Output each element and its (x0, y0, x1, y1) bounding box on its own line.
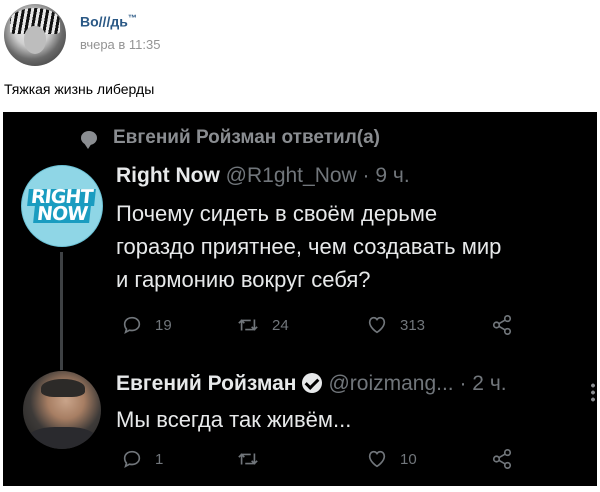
avatar-hair (41, 379, 85, 397)
more-icon (591, 382, 595, 402)
tweet1-body: Почему сидеть в своём дерьме гораздо при… (116, 197, 501, 296)
tweet1-line: гораздо приятнее, чем создавать мир (116, 234, 502, 259)
tweet1-reply: 19 (121, 314, 236, 336)
reply-icon (123, 316, 141, 335)
tweet2-header: Евгений Ройзман @roizmang... · 2 ч. (116, 372, 507, 396)
avatar-shirt (27, 427, 97, 449)
author-name: Во///дь (80, 13, 128, 30)
tweet1-like-count: 313 (400, 316, 426, 334)
roizman-avatar (23, 371, 101, 449)
right-now-avatar: RIGHT NOW (21, 165, 103, 247)
retweet-icon (238, 319, 258, 331)
tweet2-reply: 1 (121, 448, 236, 470)
tweet2-body: Мы всегда так живём... (116, 407, 352, 432)
tweet1-like: 313 (366, 314, 491, 336)
speech-bubble-icon (81, 131, 97, 149)
share-icon (492, 315, 512, 335)
post-time[interactable]: вчера в 11:35 (80, 37, 160, 52)
tweet1-actions: 19 24 313 (121, 314, 513, 336)
post-header: Во///дь™ вчера в 11:35 (0, 0, 600, 70)
tweet2-actions: 1 10 (121, 448, 513, 470)
share-icon (492, 449, 512, 469)
tweet2-name: Евгений Ройзман (116, 372, 297, 395)
verified-icon (302, 373, 323, 393)
tweet1-line: и гармонию вокруг себя? (116, 267, 371, 292)
tweet2-share (491, 448, 513, 470)
retweet-icon (238, 453, 258, 465)
reply-icon (123, 450, 141, 469)
tweet1-share (491, 314, 513, 336)
like-icon (368, 316, 386, 334)
avatar-face (24, 26, 46, 54)
reply-banner: Евгений Ройзман ответил(а) (81, 126, 380, 150)
like-icon (368, 450, 386, 468)
tweet2-like-count: 10 (400, 450, 417, 468)
tweet1-name: Right Now (116, 164, 220, 187)
tweet1-header: Right Now @R1ght_Now · 9 ч. (116, 164, 410, 188)
author-mark: ™ (127, 13, 137, 23)
tweet2-like: 10 (366, 448, 491, 470)
thread-connector-line (60, 252, 63, 370)
tweet1-retweet: 24 (236, 314, 366, 336)
tweet2-handle-time: @roizmang... · 2 ч. (328, 372, 507, 395)
tweet1-handle-time: @R1ght_Now · 9 ч. (225, 164, 410, 187)
tweet2-retweet (236, 448, 366, 470)
tweet1-retweet-count: 24 (272, 316, 289, 334)
tweet-screenshot-image[interactable]: Евгений Ройзман ответил(а) RIGHT NOW Rig… (3, 112, 597, 486)
tweet1-line: Почему сидеть в своём дерьме (116, 201, 438, 226)
author-avatar[interactable] (4, 4, 66, 66)
reply-banner-text: Евгений Ройзман ответил(а) (113, 127, 380, 148)
post-text: Тяжкая жизнь либерды (4, 81, 155, 97)
avatar-text-line-2: NOW (33, 203, 91, 225)
tweet2-reply-count: 1 (155, 450, 164, 468)
author-name-link[interactable]: Во///дь™ (80, 13, 137, 30)
tweet1-reply-count: 19 (155, 316, 172, 334)
